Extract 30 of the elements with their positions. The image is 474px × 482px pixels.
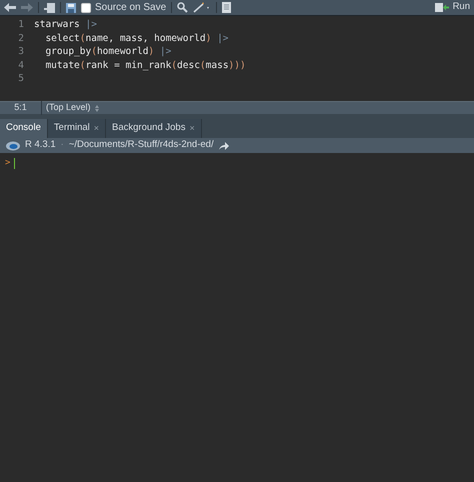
page-icon[interactable] — [222, 2, 232, 13]
run-button[interactable]: Run — [434, 0, 470, 15]
run-icon — [434, 3, 449, 12]
checkbox[interactable] — [81, 2, 91, 12]
pane-tab[interactable]: Console — [0, 119, 48, 138]
save-icon[interactable] — [66, 2, 76, 12]
close-icon[interactable]: × — [189, 122, 195, 136]
code-line: mutate(rank = min_rank(desc(mass))) — [44, 58, 246, 72]
search-icon[interactable] — [177, 2, 188, 13]
code-line: select(name, mass, homeworld) |> — [44, 32, 229, 45]
r-logo-icon — [6, 140, 20, 150]
line-number: 1 — [17, 18, 25, 32]
share-arrow-icon[interactable] — [218, 142, 229, 150]
checkbox-label[interactable]: Source on Save — [95, 0, 166, 15]
code-line: group_by(homeworld) |> — [44, 45, 172, 58]
close-icon[interactable]: × — [94, 122, 100, 136]
scope-selector[interactable]: (Top Level) — [42, 101, 91, 115]
line-number: 2 — [17, 32, 25, 45]
line-number: 4 — [17, 58, 25, 72]
console-prompt: > — [5, 157, 10, 170]
back-icon[interactable] — [4, 3, 16, 12]
r-version: R 4.3.1 — [25, 138, 56, 152]
line-number: 3 — [17, 45, 25, 58]
document-icon[interactable] — [44, 2, 55, 12]
text-cursor — [14, 158, 16, 170]
working-directory: ~/Documents/R-Stuff/r4ds-2nd-ed/ — [68, 138, 214, 152]
line-number: 5 — [17, 72, 25, 86]
code-line: starwars |> — [34, 18, 97, 32]
wand-icon[interactable] — [193, 2, 212, 13]
separator-dot: · — [60, 138, 64, 152]
